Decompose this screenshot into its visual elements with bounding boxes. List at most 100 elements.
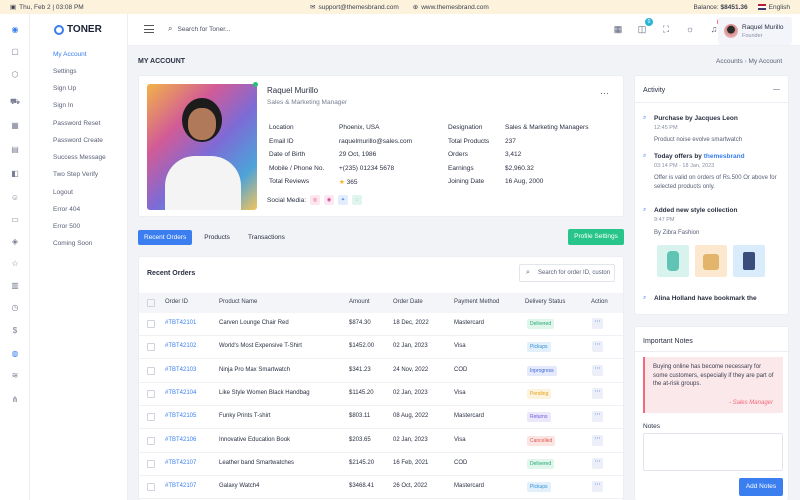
orders-title: Recent Orders (147, 270, 196, 277)
row-actions-icon[interactable]: ⋯ (592, 341, 603, 353)
column-header[interactable]: Order ID (165, 299, 188, 305)
row-actions-icon[interactable]: ⋯ (592, 387, 603, 399)
field-label: Location (269, 124, 294, 131)
row-checkbox[interactable] (147, 436, 155, 445)
row-actions-icon[interactable]: ⋯ (592, 411, 603, 423)
global-search[interactable]: ⌕ Search for Toner... (168, 24, 230, 34)
hamburger-icon[interactable] (144, 25, 154, 33)
order-id-link[interactable]: #TBT42101 (165, 320, 196, 326)
column-header[interactable]: Amount (349, 299, 370, 305)
payment-method: COD (454, 459, 468, 466)
menu-item-settings[interactable]: Settings (53, 68, 77, 75)
layers-icon[interactable]: ≋ (9, 370, 21, 382)
row-actions-icon[interactable]: ⋯ (592, 434, 603, 446)
tab-products[interactable]: Products (198, 230, 236, 245)
menu-item-error-500[interactable]: Error 500 (53, 223, 80, 230)
support-email[interactable]: support@themesbrand.com (318, 4, 398, 11)
bag-icon[interactable]: ◧ (9, 168, 21, 180)
order-search-input[interactable]: ⌕ Search for order ID, custon (519, 264, 615, 282)
important-note: Buying online has become necessary for s… (643, 357, 783, 413)
fullscreen-icon[interactable]: ⛶ (660, 23, 672, 35)
column-header[interactable]: Order Date (393, 299, 423, 305)
order-id-link[interactable]: #TBT42103 (165, 367, 196, 373)
truck-icon[interactable]: ▭ (9, 214, 21, 226)
instagram-icon[interactable]: ◉ (324, 195, 335, 205)
website-link[interactable]: www.themesbrand.com (421, 4, 489, 11)
themesbrand-link[interactable]: themesbrand (704, 153, 745, 160)
row-actions-icon[interactable]: ⋯ (592, 481, 603, 493)
twitter-icon[interactable]: ✦ (338, 195, 349, 205)
tab-recent-orders[interactable]: Recent Orders (138, 230, 193, 245)
menu-item-password-reset[interactable]: Password Reset (53, 120, 100, 127)
app-header: ⌕ Search for Toner... ▦ ◫0 ⛶ ☼ ♫4 Raquel… (128, 14, 800, 46)
order-id-link[interactable]: #TBT42105 (165, 413, 196, 419)
activity-title: Activity (643, 87, 666, 94)
field-label: Date of Birth (269, 151, 306, 158)
row-actions-icon[interactable]: ⋯ (592, 457, 603, 469)
cart-icon[interactable]: ⛟ (9, 96, 21, 108)
row-checkbox[interactable] (147, 320, 155, 328)
row-checkbox[interactable] (147, 483, 155, 492)
more-icon[interactable]: ⋯ (600, 88, 609, 99)
brand-logo[interactable]: TONER (54, 24, 102, 35)
breadcrumb-parent[interactable]: Accounts (716, 58, 743, 65)
user-plus-icon[interactable]: ☺ (9, 192, 21, 204)
page-title: MY ACCOUNT (138, 58, 186, 65)
row-actions-icon[interactable]: ⋯ (592, 318, 603, 329)
top-info-bar: ▣ Thu, Feb 2 | 03:08 PM ✉ support@themesbr… (0, 0, 800, 14)
select-all-checkbox[interactable] (147, 299, 155, 307)
row-checkbox[interactable] (147, 413, 155, 422)
dollar-icon[interactable]: $ (9, 325, 21, 337)
menu-item-error-404[interactable]: Error 404 (53, 206, 80, 213)
dashboard-icon[interactable]: ◉ (9, 24, 21, 36)
share-icon[interactable]: ⋔ (9, 394, 21, 406)
dribbble-icon[interactable]: ◎ (310, 195, 321, 205)
row-checkbox[interactable] (147, 366, 155, 375)
cart-icon[interactable]: ◫ 0 (636, 18, 653, 35)
column-header[interactable]: Product Name (219, 299, 257, 305)
menu-item-my-account[interactable]: My Account (53, 51, 87, 58)
menu-item-coming-soon[interactable]: Coming Soon (53, 240, 92, 247)
order-id-link[interactable]: #TBT42107 (165, 483, 196, 489)
row-checkbox[interactable] (147, 459, 155, 468)
cube-icon[interactable]: ⬡ (9, 69, 21, 81)
row-checkbox[interactable] (147, 343, 155, 352)
row-checkbox[interactable] (147, 389, 155, 398)
sun-icon[interactable]: ☼ (684, 23, 696, 35)
orders-card: Recent Orders ⌕ Search for order ID, cus… (138, 256, 624, 500)
menu-item-success-message[interactable]: Success Message (53, 154, 106, 161)
user-dropdown[interactable]: Raquel Murillo Founder (718, 17, 792, 45)
row-actions-icon[interactable]: ⋯ (592, 364, 603, 376)
amount: $1145.20 (349, 389, 374, 396)
notes-textarea[interactable] (643, 433, 783, 471)
add-notes-button[interactable]: Add Notes (739, 478, 783, 496)
user-icon[interactable]: ◍ (9, 348, 21, 360)
column-header[interactable]: Payment Method (454, 299, 499, 305)
order-id-link[interactable]: #TBT42106 (165, 437, 196, 443)
profile-settings-button[interactable]: Profile Settings (568, 229, 624, 245)
order-id-link[interactable]: #TBT42107 (165, 460, 196, 466)
menu-item-sign-in[interactable]: Sign In (53, 102, 73, 109)
calendar-icon[interactable]: ▦ (9, 120, 21, 132)
language-select[interactable]: English (757, 4, 790, 11)
profile-photo (147, 84, 257, 210)
menu-item-two-step-verify[interactable]: Two Step Verify (53, 171, 98, 178)
building-icon[interactable]: ▥ (9, 280, 21, 292)
order-id-link[interactable]: #TBT42104 (165, 390, 196, 396)
menu-item-sign-up[interactable]: Sign Up (53, 85, 76, 92)
apps-grid-icon[interactable]: ▦ (612, 23, 624, 35)
menu-item-logout[interactable]: Logout (53, 189, 73, 196)
tab-transactions[interactable]: Transactions (242, 230, 291, 245)
profile-tabs: Recent Orders Products Transactions (138, 230, 291, 245)
order-id-link[interactable]: #TBT42102 (165, 343, 196, 349)
search-input[interactable]: Search for Toner... (177, 26, 230, 33)
star-icon[interactable]: ☆ (9, 258, 21, 270)
minus-icon[interactable]: — (773, 86, 780, 93)
column-header[interactable]: Delivery Status (525, 299, 565, 305)
file-icon[interactable]: ▤ (9, 144, 21, 156)
box-icon[interactable]: ▢ (9, 46, 21, 58)
menu-item-password-create[interactable]: Password Create (53, 137, 103, 144)
tag-icon[interactable]: ◈ (9, 236, 21, 248)
whatsapp-icon[interactable]: ◌ (352, 195, 363, 205)
clock-icon[interactable]: ◷ (9, 302, 21, 314)
